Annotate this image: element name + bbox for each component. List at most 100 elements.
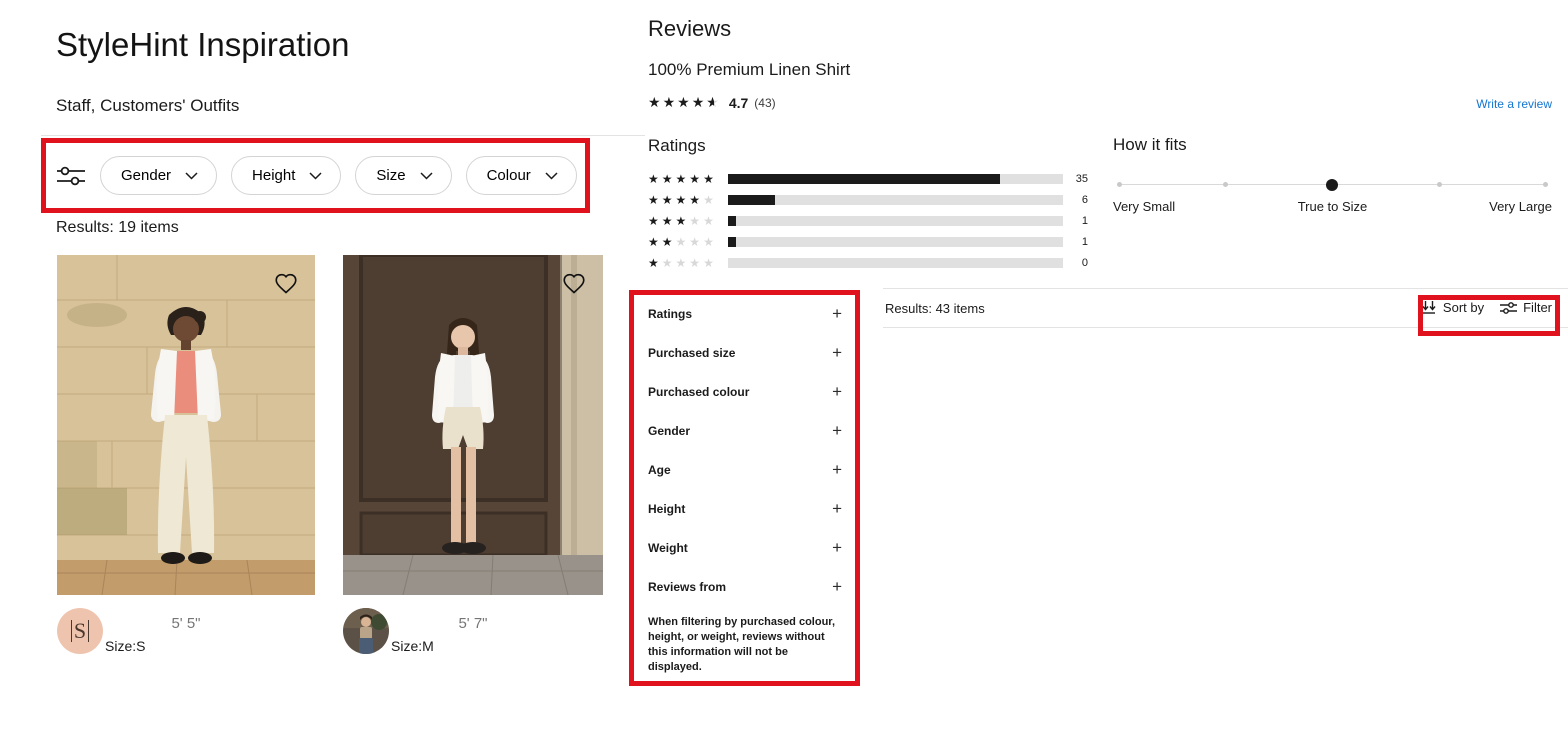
product-name: 100% Premium Linen Shirt: [648, 60, 850, 80]
outfit-card[interactable]: 5' 7" Size:M: [343, 255, 603, 595]
accordion-section-purchased-size[interactable]: Purchased size +: [648, 333, 842, 372]
filter-button[interactable]: Filter: [1500, 300, 1552, 315]
fit-slider-dot-selected: [1326, 179, 1338, 191]
outfit-photo-illustration: [57, 255, 315, 595]
outfit-card-footer: 5' 7" Size:M: [343, 605, 603, 665]
fit-slider-dot: [1437, 182, 1442, 187]
outfit-card[interactable]: S 5' 5" Size:S: [57, 255, 315, 595]
fit-slider-dot: [1117, 182, 1122, 187]
plus-icon: +: [832, 422, 842, 439]
ratings-distribution: ★★★★★ 35 ★★★★★ 6 ★★★★★ 1 ★★★★★ 1 ★★★★★ 0: [648, 168, 1088, 273]
filter-pill-label: Gender: [121, 167, 171, 184]
filter-pill-gender[interactable]: Gender: [100, 156, 217, 195]
outfit-photo[interactable]: [343, 255, 603, 595]
plus-icon: +: [832, 383, 842, 400]
sort-by-button[interactable]: Sort by: [1421, 300, 1484, 315]
accordion-section-weight[interactable]: Weight +: [648, 528, 842, 567]
rating-bar: [728, 258, 1062, 268]
rating-bar-count: 35: [1063, 173, 1088, 185]
plus-icon: +: [832, 578, 842, 595]
star-rating-icon: ★★★★★: [648, 256, 728, 270]
rating-bar: [728, 195, 1062, 205]
page-title: StyleHint Inspiration: [56, 26, 349, 64]
star-rating-icon: ★★★★★★: [648, 94, 721, 111]
divider: [41, 135, 645, 136]
ratings-heading: Ratings: [648, 136, 706, 156]
fit-slider: [1113, 179, 1552, 191]
how-it-fits-heading: How it fits: [1113, 135, 1552, 155]
accordion-section-gender[interactable]: Gender +: [648, 411, 842, 450]
accordion-section-age[interactable]: Age +: [648, 450, 842, 489]
plus-icon: +: [832, 305, 842, 322]
fit-slider-dot: [1223, 182, 1228, 187]
filter-settings-button[interactable]: [56, 163, 86, 189]
chevron-down-icon: [185, 172, 198, 180]
reviews-results-count: Results: 43 items: [885, 301, 985, 316]
rating-count: (43): [754, 96, 775, 110]
distribution-row: ★★★★★ 35: [648, 168, 1088, 189]
fit-label-true-to-size: True to Size: [1113, 199, 1552, 214]
heart-icon: [273, 270, 299, 296]
model-height: 5' 7": [343, 615, 603, 632]
accordion-section-ratings[interactable]: Ratings +: [648, 294, 842, 333]
outfit-card-footer: S 5' 5" Size:S: [57, 605, 315, 665]
filter-pill-label: Height: [252, 167, 295, 184]
distribution-row: ★★★★★ 0: [648, 252, 1088, 273]
heart-icon: [561, 270, 587, 296]
accordion-section-purchased-colour[interactable]: Purchased colour +: [648, 372, 842, 411]
chevron-down-icon: [309, 172, 322, 180]
star-rating-icon: ★★★★★: [648, 214, 728, 228]
accordion-section-height[interactable]: Height +: [648, 489, 842, 528]
plus-icon: +: [832, 461, 842, 478]
review-filter-accordion: Ratings + Purchased size + Purchased col…: [648, 294, 842, 675]
sliders-icon: [1500, 301, 1517, 315]
write-review-link[interactable]: Write a review: [1476, 97, 1552, 111]
outfit-photo[interactable]: [57, 255, 315, 595]
reviews-heading: Reviews: [648, 16, 731, 42]
chevron-down-icon: [420, 172, 433, 180]
divider: [883, 288, 1568, 289]
fit-label-very-large: Very Large: [1489, 199, 1552, 214]
average-rating: 4.7: [729, 95, 748, 111]
rating-bar-count: 6: [1063, 194, 1088, 206]
stylehint-filter-bar: Gender Height Size Colour: [56, 156, 577, 195]
filter-pill-height[interactable]: Height: [231, 156, 341, 195]
sliders-icon: [56, 163, 86, 189]
filter-pill-size[interactable]: Size: [355, 156, 451, 195]
accordion-section-reviews-from[interactable]: Reviews from +: [648, 567, 842, 606]
star-rating-icon: ★★★★★: [648, 172, 728, 186]
model-height: 5' 5": [57, 615, 315, 632]
rating-bar: [728, 216, 1062, 226]
fit-slider-dot: [1543, 182, 1548, 187]
model-size: Size:M: [391, 638, 434, 654]
model-size: Size:S: [105, 638, 145, 654]
plus-icon: +: [832, 500, 842, 517]
divider: [883, 327, 1568, 328]
page-subtitle: Staff, Customers' Outfits: [56, 96, 239, 116]
filter-pill-label: Size: [376, 167, 405, 184]
sort-by-label: Sort by: [1443, 300, 1484, 315]
star-rating-icon: ★★★★★: [648, 235, 728, 249]
favorite-button[interactable]: [561, 269, 589, 297]
rating-bar-count: 1: [1063, 215, 1088, 227]
distribution-row: ★★★★★ 1: [648, 210, 1088, 231]
filter-pill-colour[interactable]: Colour: [466, 156, 577, 195]
how-it-fits: How it fits Very Small True to Size Very…: [1113, 135, 1552, 215]
rating-bar-count: 1: [1063, 236, 1088, 248]
filter-pill-label: Colour: [487, 167, 531, 184]
star-rating-icon: ★★★★★: [648, 193, 728, 207]
plus-icon: +: [832, 344, 842, 361]
rating-bar: [728, 174, 1062, 184]
rating-bar: [728, 237, 1062, 247]
distribution-row: ★★★★★ 6: [648, 189, 1088, 210]
rating-summary: ★★★★★★ 4.7 (43): [648, 94, 776, 111]
stylehint-reviews-page: StyleHint Inspiration Staff, Customers' …: [0, 0, 1568, 739]
fit-labels: Very Small True to Size Very Large: [1113, 199, 1552, 215]
sort-descending-icon: [1421, 300, 1437, 315]
filter-note: When filtering by purchased colour, heig…: [648, 615, 844, 675]
favorite-button[interactable]: [273, 269, 301, 297]
plus-icon: +: [832, 539, 842, 556]
rating-bar-count: 0: [1063, 257, 1088, 269]
chevron-down-icon: [545, 172, 558, 180]
distribution-row: ★★★★★ 1: [648, 231, 1088, 252]
